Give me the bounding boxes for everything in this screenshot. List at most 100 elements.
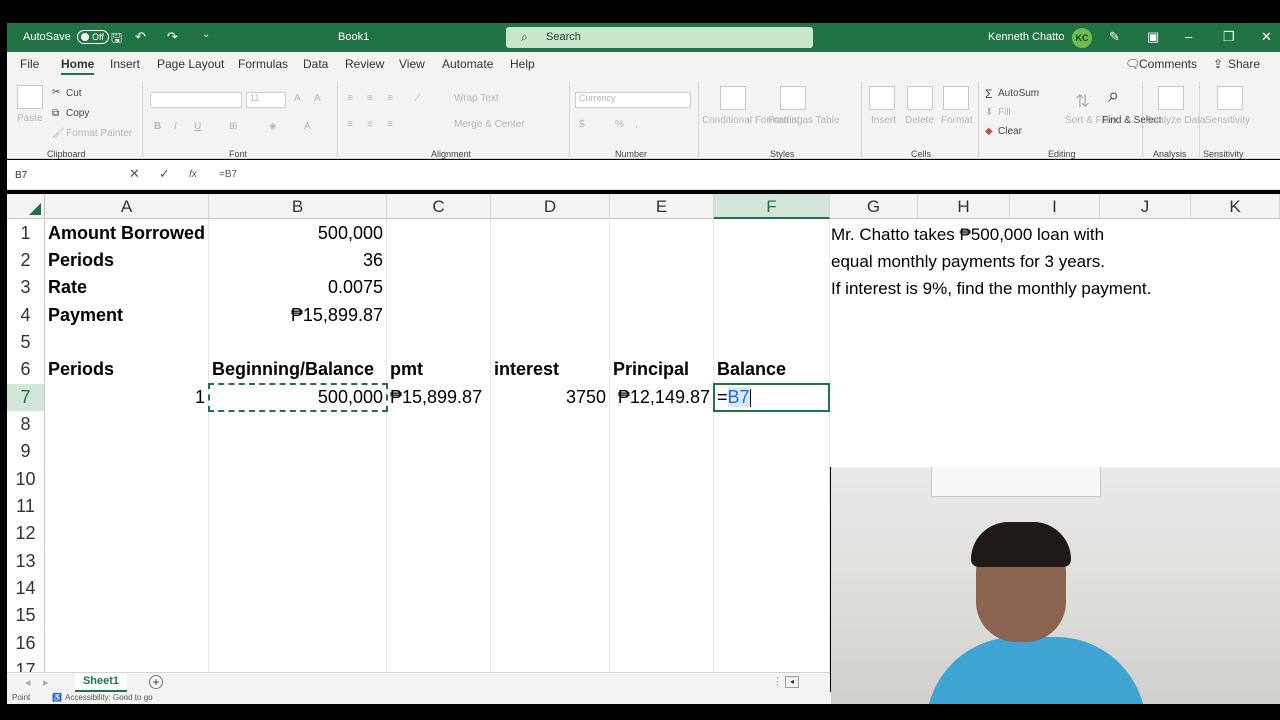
pen-icon[interactable]: ✎ bbox=[1109, 29, 1120, 45]
align-middle-icon[interactable]: ≡ bbox=[367, 93, 373, 104]
undo-icon[interactable]: ↶ bbox=[135, 29, 146, 45]
accessibility-status[interactable]: Accessibility: Good to go bbox=[65, 693, 153, 702]
align-bottom-icon[interactable]: ≡ bbox=[387, 93, 393, 104]
format-as-table-icon[interactable] bbox=[780, 86, 806, 110]
enter-icon[interactable]: ✓ bbox=[159, 166, 170, 182]
tab-review[interactable]: Review bbox=[345, 57, 384, 71]
sheet-tab[interactable]: Sheet1 bbox=[75, 673, 127, 692]
row-header[interactable]: 8 bbox=[7, 411, 45, 438]
wrap-text-button[interactable]: Wrap Text bbox=[454, 93, 499, 104]
percent-icon[interactable]: % bbox=[615, 119, 624, 130]
document-title[interactable]: Book1 bbox=[338, 31, 369, 43]
font-color-icon[interactable]: A bbox=[304, 121, 311, 132]
sensitivity-button[interactable]: Sensitivity bbox=[1205, 115, 1250, 126]
customize-qat-icon[interactable]: ⌄ bbox=[202, 29, 210, 40]
cancel-icon[interactable]: ✕ bbox=[129, 166, 140, 182]
tab-help[interactable]: Help bbox=[510, 57, 535, 71]
cell-b3[interactable]: 0.0075 bbox=[209, 274, 387, 301]
format-cells-button[interactable]: Format bbox=[941, 115, 973, 126]
column-header-f[interactable]: F bbox=[714, 194, 830, 219]
copy-icon[interactable]: ⧉ bbox=[52, 108, 59, 119]
align-right-icon[interactable]: ≡ bbox=[387, 119, 393, 130]
row-header[interactable]: 15 bbox=[7, 602, 45, 629]
orientation-icon[interactable]: ⟋ bbox=[414, 93, 421, 104]
split-handle-icon[interactable]: ⋮ bbox=[772, 675, 783, 688]
minimize-icon[interactable]: – bbox=[1185, 29, 1192, 44]
clear-icon[interactable]: ◆ bbox=[985, 126, 993, 137]
scroll-left-icon[interactable]: ◂ bbox=[785, 676, 799, 688]
cell-b2[interactable]: 36 bbox=[209, 247, 387, 274]
cell-a4[interactable]: Payment bbox=[45, 302, 209, 329]
tab-file[interactable]: File bbox=[20, 57, 39, 71]
conditional-formatting-icon[interactable] bbox=[720, 86, 746, 110]
tab-page-layout[interactable]: Page Layout bbox=[157, 57, 224, 71]
add-sheet-icon[interactable]: + bbox=[149, 675, 163, 689]
find-icon[interactable]: ⌕ bbox=[1108, 85, 1119, 108]
tab-insert[interactable]: Insert bbox=[110, 57, 140, 71]
column-header-b[interactable]: B bbox=[209, 194, 387, 219]
cell-e7[interactable]: ₱12,149.87 bbox=[610, 384, 714, 411]
align-top-icon[interactable]: ≡ bbox=[347, 93, 353, 104]
row-header[interactable]: 1 bbox=[7, 220, 45, 247]
row-header[interactable]: 5 bbox=[7, 329, 45, 356]
sort-filter-icon[interactable]: ⇅ bbox=[1075, 91, 1090, 112]
tab-automate[interactable]: Automate bbox=[442, 57, 493, 71]
cell-d6[interactable]: interest bbox=[491, 356, 610, 383]
comments-button[interactable]: Comments bbox=[1139, 57, 1197, 71]
row-header[interactable]: 2 bbox=[7, 247, 45, 274]
analyze-data-button[interactable]: Analyze Data bbox=[1146, 115, 1205, 126]
row-header[interactable]: 11 bbox=[7, 493, 45, 520]
formula-input[interactable]: =B7 bbox=[219, 169, 237, 180]
font-size-box[interactable]: 11 bbox=[246, 92, 286, 108]
fill-color-icon[interactable]: ◈ bbox=[269, 121, 277, 132]
borders-icon[interactable]: ⊞ bbox=[229, 121, 237, 132]
tab-view[interactable]: View bbox=[399, 57, 425, 71]
cell-a7[interactable]: 1 bbox=[45, 384, 209, 411]
fill-button[interactable]: Fill bbox=[998, 107, 1011, 118]
share-button[interactable]: Share bbox=[1228, 57, 1260, 71]
cell-c6[interactable]: pmt bbox=[387, 356, 491, 383]
user-name[interactable]: Kenneth Chatto bbox=[988, 31, 1064, 43]
fill-icon[interactable]: ⬇ bbox=[985, 107, 993, 118]
redo-icon[interactable]: ↷ bbox=[167, 29, 178, 45]
paste-icon[interactable] bbox=[17, 85, 43, 109]
cell-e6[interactable]: Principal bbox=[610, 356, 714, 383]
row-header[interactable]: 6 bbox=[7, 356, 45, 383]
cell-f6[interactable]: Balance bbox=[714, 356, 830, 383]
grow-font-icon[interactable]: A bbox=[294, 93, 301, 104]
format-as-table-button[interactable]: Format as Table bbox=[768, 115, 840, 126]
cut-icon[interactable]: ✂ bbox=[52, 87, 60, 98]
row-header[interactable]: 3 bbox=[7, 274, 45, 301]
cell-a1[interactable]: Amount Borrowed bbox=[45, 220, 209, 247]
search-box[interactable]: ⌕ Search bbox=[506, 27, 813, 48]
select-all-corner[interactable] bbox=[7, 194, 45, 219]
close-icon[interactable]: ✕ bbox=[1261, 29, 1272, 45]
ribbon-display-icon[interactable]: ▣ bbox=[1147, 29, 1159, 45]
cell-a6[interactable]: Periods bbox=[45, 356, 209, 383]
underline-icon[interactable]: U bbox=[194, 121, 201, 132]
row-header[interactable]: 16 bbox=[7, 630, 45, 657]
delete-cells-icon[interactable] bbox=[907, 86, 933, 110]
copy-button[interactable]: Copy bbox=[66, 108, 89, 119]
name-box[interactable]: B7 bbox=[15, 170, 27, 181]
insert-cells-icon[interactable] bbox=[869, 86, 895, 110]
tab-data[interactable]: Data bbox=[303, 57, 328, 71]
cell-c7[interactable]: ₱15,899.87 bbox=[387, 384, 491, 411]
italic-icon[interactable]: I bbox=[174, 121, 177, 132]
column-header-k[interactable]: K bbox=[1191, 194, 1280, 219]
cut-button[interactable]: Cut bbox=[66, 88, 82, 99]
insert-cells-button[interactable]: Insert bbox=[871, 115, 896, 126]
row-header-selected[interactable]: 7 bbox=[7, 384, 45, 411]
insert-function-icon[interactable]: fx bbox=[189, 169, 197, 180]
row-header[interactable]: 14 bbox=[7, 575, 45, 602]
bold-icon[interactable]: B bbox=[154, 121, 161, 132]
cell-a3[interactable]: Rate bbox=[45, 274, 209, 301]
tab-home[interactable]: Home bbox=[61, 57, 95, 75]
sensitivity-icon[interactable] bbox=[1217, 86, 1243, 110]
accounting-icon[interactable]: $ bbox=[579, 119, 585, 130]
cell-d7[interactable]: 3750 bbox=[491, 384, 610, 411]
font-name-box[interactable] bbox=[150, 92, 242, 108]
number-format-box[interactable]: Currency bbox=[575, 92, 691, 108]
save-icon[interactable]: 🖫 bbox=[111, 29, 122, 51]
column-header-i[interactable]: I bbox=[1010, 194, 1100, 219]
